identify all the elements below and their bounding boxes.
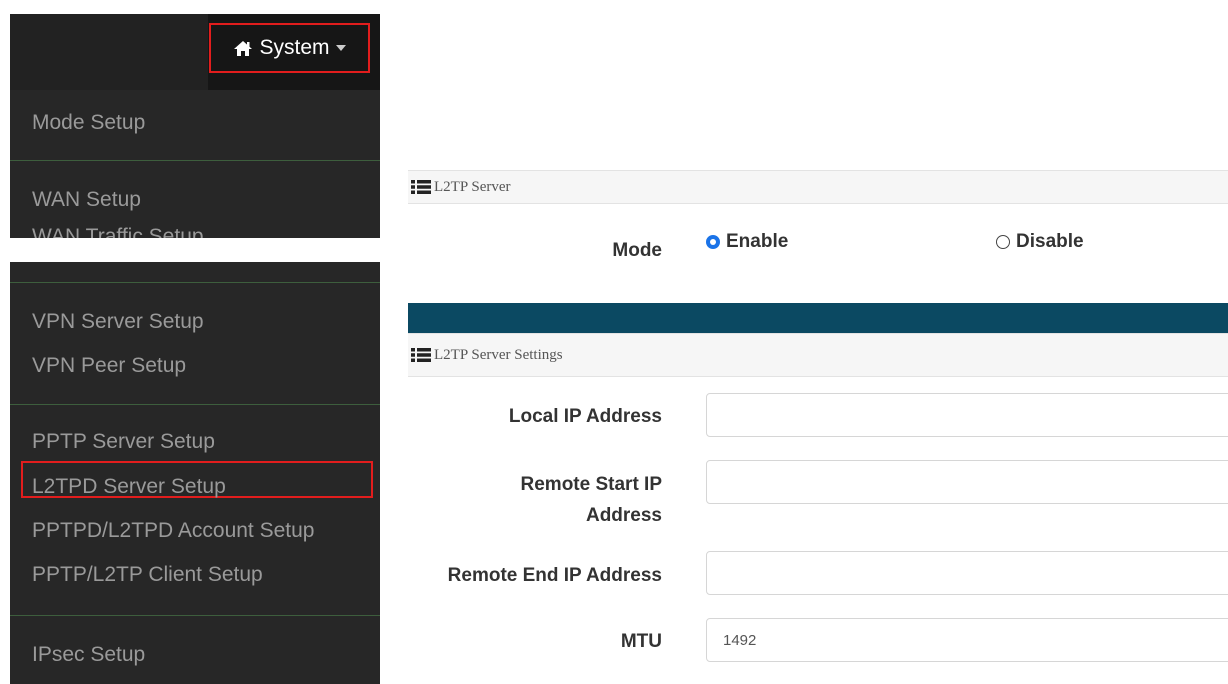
menu-divider <box>10 404 380 405</box>
system-menu-label: System <box>259 36 330 59</box>
caret-down-icon <box>335 45 346 51</box>
mode-disable-radio[interactable]: Disable <box>996 231 1084 253</box>
remote-end-ip-label: Remote End IP Address <box>447 565 662 586</box>
remote-end-ip-input[interactable] <box>706 551 1228 595</box>
nav-menu-bottom: VPN Server Setup VPN Peer Setup PPTP Ser… <box>10 262 380 684</box>
menu-item-wan-traffic-setup[interactable]: WAN Traffic Setup <box>32 225 204 238</box>
radio-unselected-icon <box>996 235 1010 249</box>
section-title: L2TP Server <box>434 178 511 195</box>
menu-item-ipsec-setup[interactable]: IPsec Setup <box>32 643 145 667</box>
mode-enable-radio[interactable]: Enable <box>706 231 788 253</box>
menu-item-wan-setup[interactable]: WAN Setup <box>32 188 141 212</box>
menu-divider <box>10 282 380 283</box>
home-icon <box>234 40 253 56</box>
local-ip-label: Local IP Address <box>508 406 662 427</box>
menu-item-vpn-server-setup[interactable]: VPN Server Setup <box>32 310 204 334</box>
menu-item-pptpd-l2tpd-account-setup[interactable]: PPTPD/L2TPD Account Setup <box>32 519 314 543</box>
menu-item-pptp-l2tp-client-setup[interactable]: PPTP/L2TP Client Setup <box>32 563 263 587</box>
section-header-l2tp-server-settings: L2TP Server Settings <box>408 333 1228 377</box>
menu-divider <box>10 160 380 161</box>
mtu-label: MTU <box>620 631 662 652</box>
remote-start-ip-input[interactable] <box>706 460 1228 504</box>
list-icon <box>411 348 431 362</box>
menu-item-mode-setup[interactable]: Mode Setup <box>32 111 145 135</box>
menu-item-l2tpd-server-setup[interactable]: L2TPD Server Setup <box>32 475 226 499</box>
menu-item-vpn-peer-setup[interactable]: VPN Peer Setup <box>32 354 186 378</box>
system-menu-button[interactable]: System <box>209 23 370 73</box>
nav-menu-top: System Mode Setup WAN Setup WAN Traffic … <box>10 14 380 238</box>
mode-label: Mode <box>612 240 662 261</box>
local-ip-input[interactable] <box>706 393 1228 437</box>
menu-divider <box>10 615 380 616</box>
remote-start-ip-label-line2: Address <box>585 505 662 526</box>
menu-item-pptp-server-setup[interactable]: PPTP Server Setup <box>32 430 215 454</box>
section-title: L2TP Server Settings <box>434 346 563 363</box>
list-icon <box>411 180 431 194</box>
section-header-l2tp-server: L2TP Server <box>408 170 1228 204</box>
mtu-input[interactable] <box>706 618 1228 662</box>
radio-selected-icon <box>706 235 720 249</box>
remote-start-ip-label-line1: Remote Start IP <box>520 474 662 495</box>
section-separator-bar <box>408 303 1228 333</box>
mode-enable-label: Enable <box>726 231 789 252</box>
mode-disable-label: Disable <box>1016 231 1084 252</box>
